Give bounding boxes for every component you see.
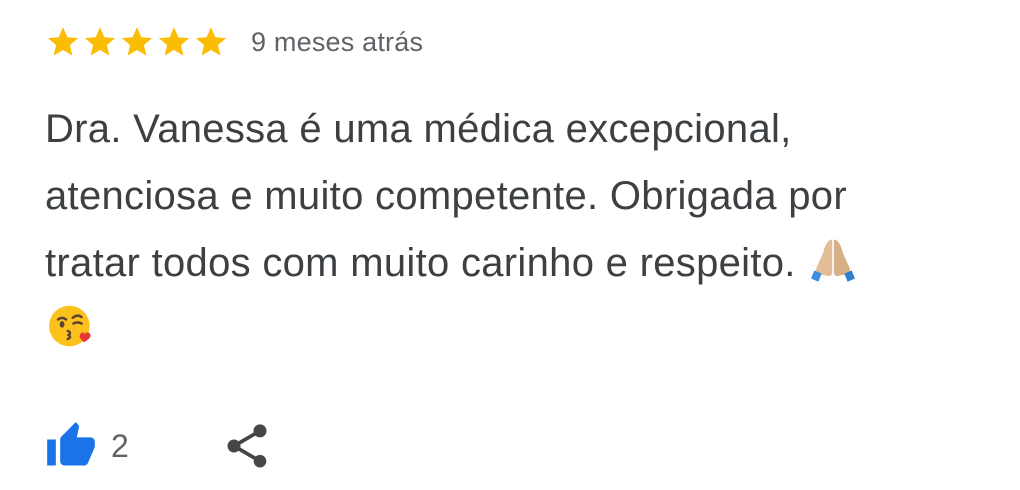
review-time: 9 meses atrás bbox=[251, 26, 424, 57]
face-blowing-kiss-emoji bbox=[45, 300, 97, 352]
share-icon bbox=[227, 424, 267, 468]
star-rating bbox=[45, 24, 229, 60]
review-text: Dra. Vanessa é uma médica excepcional, a… bbox=[45, 107, 847, 285]
star-icon bbox=[195, 27, 227, 56]
like-count: 2 bbox=[111, 427, 129, 464]
review-header: 9 meses atrás bbox=[45, 22, 423, 62]
folded-hands-emoji bbox=[807, 233, 859, 285]
thumb-up-icon bbox=[47, 422, 95, 466]
star-icon bbox=[47, 27, 79, 56]
review-card: 9 meses atrás Dra. Vanessa é uma médica … bbox=[0, 0, 1020, 490]
star-icon bbox=[158, 27, 190, 56]
review-body: Dra. Vanessa é uma médica excepcional, a… bbox=[45, 96, 995, 364]
like-button[interactable]: 2 bbox=[45, 420, 129, 472]
star-icon bbox=[121, 27, 153, 56]
share-button[interactable] bbox=[221, 420, 273, 472]
star-icon bbox=[84, 27, 116, 56]
review-actions: 2 bbox=[45, 418, 273, 474]
